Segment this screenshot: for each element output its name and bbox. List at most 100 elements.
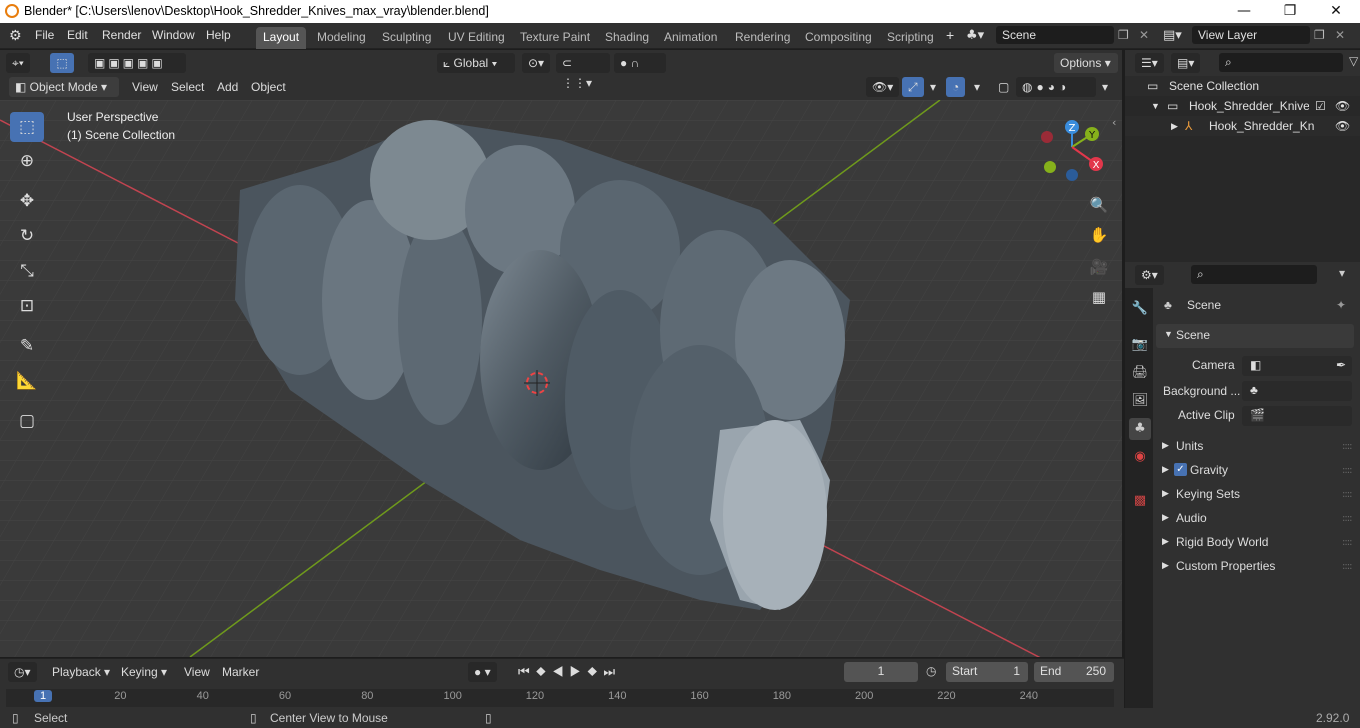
transform-tool-icon[interactable]: ⊡ [10,291,44,321]
properties-search-input[interactable]: ⌕ [1191,265,1317,284]
tab-modeling[interactable]: Modeling [310,27,373,49]
delete-scene-icon[interactable]: ✕ [1139,28,1149,42]
sidebar-toggle-icon[interactable]: ‹ [1112,116,1116,129]
menu-add[interactable]: Add [211,77,244,97]
expand-arrow-icon[interactable]: ▼ [1151,96,1160,116]
scale-tool-icon[interactable]: ⤡ [10,256,44,286]
tab-compositing[interactable]: Compositing [798,27,879,49]
editor-type-icon[interactable]: ⌖▾ [6,53,30,73]
tab-uv-editing[interactable]: UV Editing [441,27,512,49]
zoom-icon[interactable]: 🔍 [1086,192,1112,218]
properties-options-icon[interactable]: ▾ [1339,266,1345,280]
xray-icon[interactable]: ▢ [992,77,1015,97]
drag-grip-icon[interactable]: :::: [1342,561,1353,572]
outliner-search-input[interactable]: ⌕ [1219,53,1343,72]
mode-dropdown[interactable]: ◧ Object Mode ▾ [9,77,119,97]
end-frame-field[interactable]: End 250 [1034,662,1114,682]
new-scene-icon[interactable]: ❐ [1118,28,1129,42]
frame-ruler[interactable]: 1 20 40 60 80 100 120 140 160 180 200 220 240 [6,689,1114,707]
preview-range-icon[interactable]: ◷ [926,664,936,678]
proportional-editing-icon[interactable]: ● ∩ [614,53,666,73]
timeline-editor-type-icon[interactable]: ◷▾ [8,662,37,682]
rotate-tool-icon[interactable]: ↻ [10,221,44,251]
section-audio[interactable]: ▶ Audio :::: [1156,508,1354,530]
world-tab-icon[interactable]: ◉ [1129,446,1151,468]
section-gravity[interactable]: ▶ ✓ Gravity :::: [1156,460,1354,482]
menu-view[interactable]: View [126,77,164,97]
properties-editor-type-icon[interactable]: ⚙▾ [1135,265,1164,285]
menu-marker[interactable]: Marker [216,662,265,682]
view-layer-field[interactable]: View Layer [1192,26,1310,44]
tab-texture-paint[interactable]: Texture Paint [513,27,597,49]
eyedropper-icon[interactable]: ✒ [1336,358,1346,372]
exclude-checkbox[interactable]: ☑ [1315,96,1326,116]
section-custom-properties[interactable]: ▶ Custom Properties :::: [1156,556,1354,578]
display-mode-icon[interactable]: ▤▾ [1171,53,1201,73]
snap-icon[interactable]: ⊂ ⋮⋮▾ [556,53,610,90]
eye-icon[interactable]: 👁 [1335,96,1350,116]
visibility-icon[interactable]: 👁▾ [866,77,900,97]
menu-timeline-view[interactable]: View [178,662,216,682]
drag-grip-icon[interactable]: :::: [1342,465,1353,476]
outliner-row-object[interactable]: ▶ ⅄ Hook_Shredder_Kniv 👁 [1125,116,1360,136]
tab-animation[interactable]: Animation [657,27,724,49]
expand-arrow-icon[interactable]: ▶ [1171,116,1178,136]
section-units[interactable]: ▶ Units :::: [1156,436,1354,458]
gizmo-dropdown-icon[interactable]: ▾ [924,77,942,97]
current-frame-field[interactable]: 1 [844,662,918,682]
menu-help[interactable]: Help [206,28,231,42]
gizmo-toggle-icon[interactable]: ⤢ [902,77,924,97]
section-keying-sets[interactable]: ▶ Keying Sets :::: [1156,484,1354,506]
add-cube-tool-icon[interactable]: ▢ [10,406,44,436]
close-button[interactable]: ✕ [1313,0,1359,23]
move-tool-icon[interactable]: ✥ [10,186,44,216]
camera-view-icon[interactable]: 🎥 [1086,254,1112,280]
overlay-toggle-icon[interactable]: ◔ [946,77,966,97]
background-scene-field[interactable]: ♣ [1242,381,1352,401]
delete-view-layer-icon[interactable]: ✕ [1335,28,1345,42]
shading-mode-icons[interactable]: ◍●◕◑ [1016,77,1096,97]
output-tab-icon[interactable]: 🖨 [1129,362,1151,384]
menu-render[interactable]: Render [102,28,141,42]
section-rigid-body-world[interactable]: ▶ Rigid Body World :::: [1156,532,1354,554]
3d-viewport[interactable]: Z Y X User Perspective (1) Scene Collect… [0,100,1122,657]
drag-grip-icon[interactable]: :::: [1342,489,1353,500]
start-frame-field[interactable]: Start 1 [946,662,1028,682]
active-clip-field[interactable]: 🎬 [1242,406,1352,426]
menu-edit[interactable]: Edit [67,28,88,42]
tab-sculpting[interactable]: Sculpting [375,27,438,49]
eye-icon[interactable]: 👁 [1335,116,1350,136]
outliner-row-collection[interactable]: ▼ ▭ Hook_Shredder_Knives_C ☑ 👁 [1125,96,1360,116]
view-layer-tab-icon[interactable]: 🖼 [1129,390,1151,412]
select-tool-icon[interactable]: ⬚ [10,112,44,142]
minimize-button[interactable]: — [1221,0,1267,23]
scene-tab-icon[interactable]: ♣ [1129,418,1151,440]
transform-orientation-dropdown[interactable]: ⟀ Global ▾ [437,53,515,73]
new-view-layer-icon[interactable]: ❐ [1314,28,1325,42]
pin-icon[interactable]: ✦ [1336,298,1346,312]
pivot-point-icon[interactable]: ⊙▾ [522,53,551,73]
menu-select[interactable]: Select [165,77,210,97]
shading-dropdown-icon[interactable]: ▾ [1096,77,1114,97]
playback-controls-icons[interactable]: ⏮◆◀▶◆⏭ [512,662,627,682]
menu-file[interactable]: File [35,28,54,42]
view-layer-icon[interactable]: ▤▾ [1163,28,1182,43]
filter-icon[interactable]: ▽ [1349,54,1358,68]
overlay-dropdown-icon[interactable]: ▾ [968,77,986,97]
outliner-editor-type-icon[interactable]: ☰▾ [1135,53,1164,73]
maximize-button[interactable]: ❐ [1267,0,1313,23]
drag-grip-icon[interactable]: :::: [1342,537,1353,548]
menu-window[interactable]: Window [152,28,195,42]
outliner-row-root[interactable]: ▭ Scene Collection [1125,76,1360,96]
blender-menu-icon[interactable]: ⚙ [9,28,22,44]
tool-tab-icon[interactable]: 🔧 [1129,298,1151,320]
tab-scripting[interactable]: Scripting [880,27,941,49]
auto-keying-icon[interactable]: ● ▾ [468,662,497,682]
texture-tab-icon[interactable]: ▩ [1129,490,1151,512]
cursor-tool-icon[interactable]: ⊕ [10,146,44,176]
scene-selector-icon[interactable]: ♣▾ [966,28,984,43]
menu-object[interactable]: Object [245,77,292,97]
tab-shading[interactable]: Shading [598,27,656,49]
select-box-icon[interactable]: ⬚ [50,53,74,73]
drag-grip-icon[interactable]: :::: [1342,513,1353,524]
